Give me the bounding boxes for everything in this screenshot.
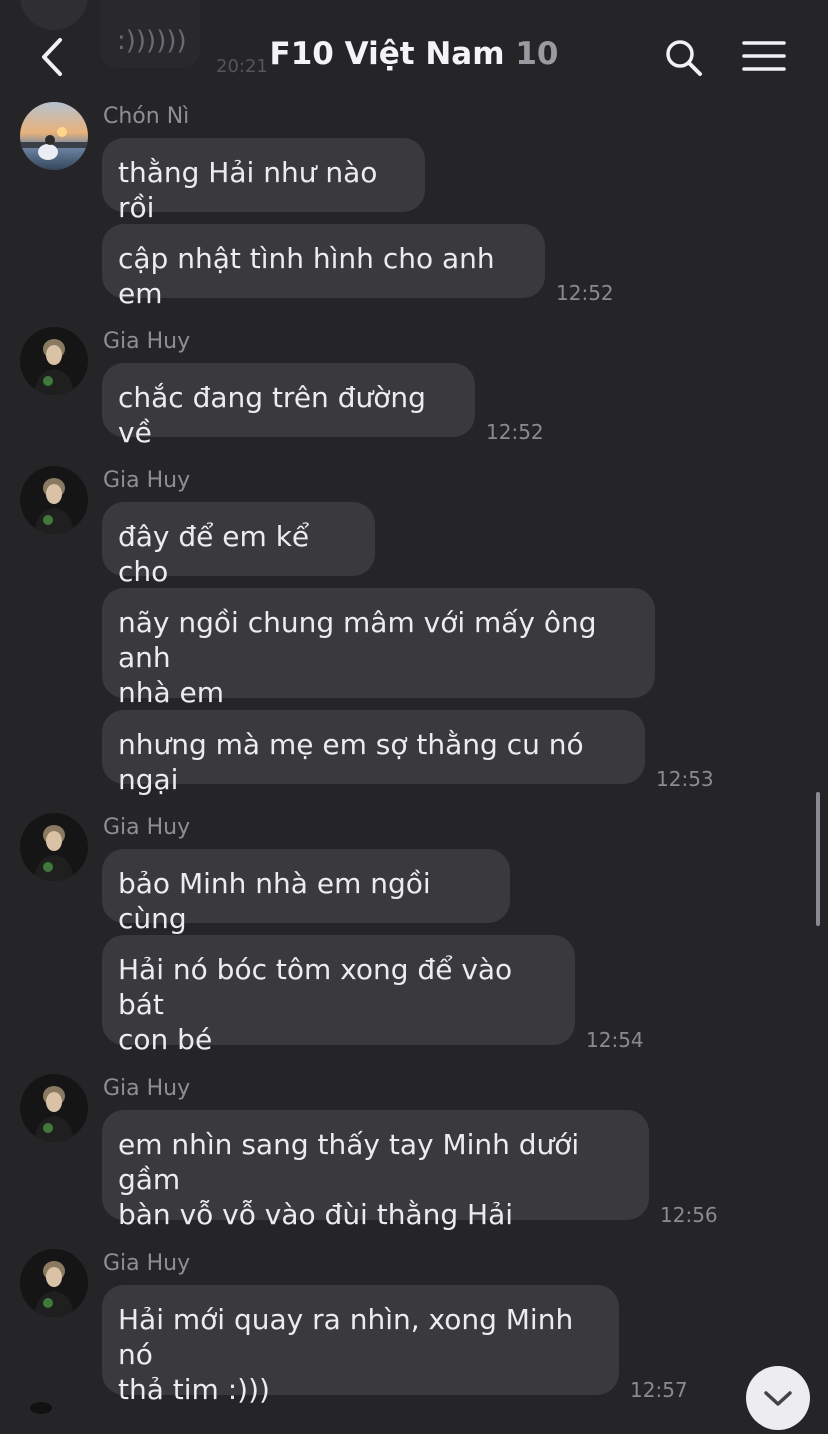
- avatar-gia-huy[interactable]: [20, 1249, 88, 1317]
- chat-header: F10 Việt Nam 10: [0, 0, 828, 100]
- person-photo-icon: [20, 1249, 88, 1317]
- message-time: 12:52: [556, 281, 614, 305]
- message-bubble[interactable]: thằng Hải như nào rồi: [102, 138, 425, 224]
- sender-name: Gia Huy: [103, 1251, 191, 1276]
- group-name: F10 Việt Nam: [269, 36, 505, 72]
- avatar-gia-huy[interactable]: [20, 813, 88, 881]
- avatar-gia-huy[interactable]: [20, 327, 88, 395]
- search-button[interactable]: [664, 38, 704, 78]
- message-bubble[interactable]: chắc đang trên đường về: [102, 363, 475, 449]
- message-bubble[interactable]: đây để em kể cho: [102, 502, 375, 588]
- sender-name: Gia Huy: [103, 1076, 191, 1101]
- message-time: 12:52: [486, 420, 544, 444]
- hamburger-menu-icon: [742, 41, 786, 71]
- message-bubble[interactable]: nãy ngồi chung mâm với mấy ông anh nhà e…: [102, 588, 655, 709]
- person-photo-icon: [20, 813, 88, 881]
- sender-name: Gia Huy: [103, 329, 191, 354]
- avatar-gia-huy[interactable]: [20, 1074, 88, 1142]
- scroll-to-bottom-button[interactable]: [746, 1366, 810, 1430]
- person-photo-icon: [20, 466, 88, 534]
- chevron-down-icon: [764, 1391, 792, 1406]
- person-photo-icon: [20, 327, 88, 395]
- sender-name: Gia Huy: [103, 815, 191, 840]
- menu-button[interactable]: [742, 40, 786, 74]
- message-time: 12:54: [586, 1028, 644, 1052]
- member-count: 10: [515, 36, 559, 72]
- message-time: 12:57: [630, 1378, 688, 1402]
- message-bubble[interactable]: em nhìn sang thấy tay Minh dưới gầm bàn …: [102, 1110, 649, 1231]
- avatar-chon-ni[interactable]: [20, 102, 88, 170]
- sender-name: Chón Nì: [103, 104, 190, 129]
- person-photo-icon: [20, 1074, 88, 1142]
- message-time: 12:56: [660, 1203, 718, 1227]
- avatar-gia-huy[interactable]: [20, 466, 88, 534]
- avatar: [30, 1402, 52, 1414]
- message-bubble[interactable]: cập nhật tình hình cho anh em: [102, 224, 545, 310]
- search-icon: [666, 40, 702, 76]
- message-bubble[interactable]: Hải mới quay ra nhìn, xong Minh nó thả t…: [102, 1285, 619, 1406]
- message-bubble[interactable]: bảo Minh nhà em ngồi cùng: [102, 849, 510, 935]
- message-time: 12:53: [656, 767, 714, 791]
- sunset-photo-icon: [20, 102, 88, 170]
- message-bubble[interactable]: nhưng mà mẹ em sợ thằng cu nó ngại: [102, 710, 645, 796]
- message-bubble[interactable]: Hải nó bóc tôm xong để vào bát con bé: [102, 935, 575, 1056]
- sender-name: Gia Huy: [103, 468, 191, 493]
- scrollbar-thumb[interactable]: [816, 792, 820, 926]
